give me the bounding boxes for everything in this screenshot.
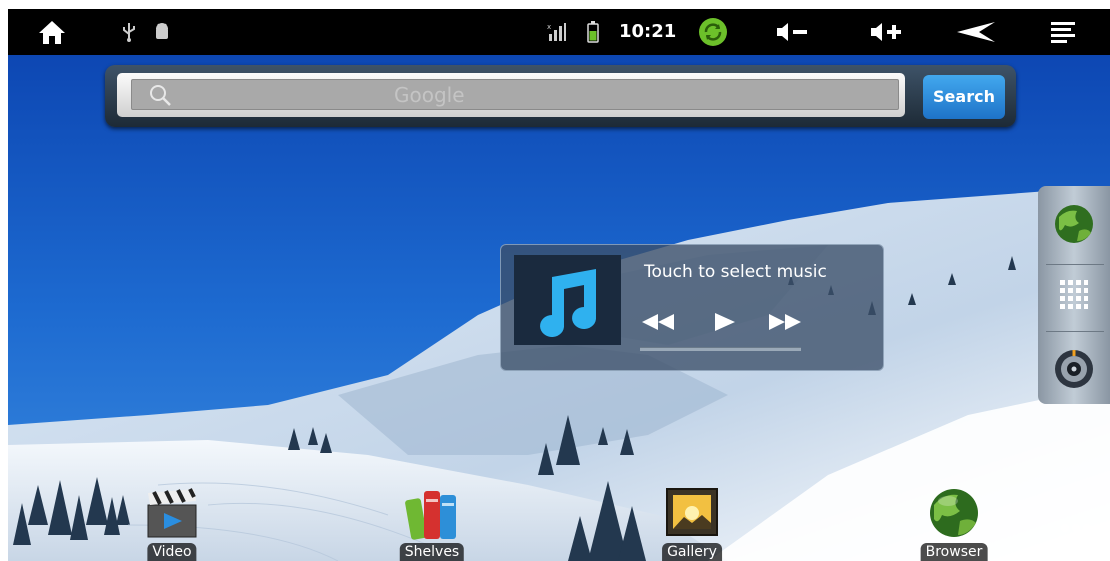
status-bar: x 10:21 (8, 9, 1110, 55)
clock: 10:21 (619, 21, 677, 42)
app-label: Video (147, 543, 197, 561)
music-note-icon (540, 269, 597, 337)
music-widget[interactable]: Touch to select music (500, 244, 884, 371)
search-button[interactable]: Search (923, 75, 1005, 119)
more-dots-icon[interactable] (1060, 522, 1092, 534)
home-icon[interactable] (32, 9, 72, 55)
signal-icon: x (546, 9, 568, 55)
app-label: Gallery (662, 543, 722, 561)
android-debug-icon (151, 9, 173, 55)
browser-globe-icon (930, 489, 978, 537)
app-gallery[interactable]: Gallery (642, 487, 742, 561)
home-screen: x 10:21 Google Search Touch to select mu… (8, 9, 1110, 561)
search-placeholder: Google (394, 83, 465, 107)
video-clapper-icon (147, 488, 197, 538)
app-video[interactable]: Video (122, 487, 222, 561)
app-browser[interactable]: Browser (904, 487, 1004, 561)
music-progress-bar[interactable] (640, 347, 801, 351)
search-icon (150, 85, 171, 106)
search-input[interactable]: Google (131, 79, 899, 110)
search-box[interactable]: Google (117, 73, 905, 117)
fast-forward-icon[interactable] (767, 311, 803, 333)
app-label: Shelves (399, 543, 465, 561)
browser-globe-icon[interactable] (1053, 203, 1095, 245)
app-shelves[interactable]: Shelves (382, 487, 482, 561)
volume-up-icon[interactable] (865, 9, 909, 55)
app-drawer-icon[interactable] (1060, 280, 1088, 310)
google-search-widget: Google Search (105, 65, 1016, 127)
side-dock (1038, 186, 1110, 404)
volume-down-icon[interactable] (771, 9, 815, 55)
music-player-icon[interactable] (1053, 348, 1095, 390)
rewind-icon[interactable] (640, 311, 676, 333)
play-icon[interactable] (713, 311, 737, 333)
music-prompt: Touch to select music (644, 262, 827, 282)
menu-icon[interactable] (1045, 9, 1081, 55)
album-art[interactable] (514, 255, 621, 345)
battery-icon (585, 9, 601, 55)
svg-text:x: x (547, 23, 551, 31)
gallery-picture-icon (666, 488, 718, 536)
shelves-books-icon (405, 491, 456, 540)
sync-icon[interactable] (693, 9, 733, 55)
usb-icon (118, 9, 140, 55)
app-label: Browser (920, 543, 988, 561)
back-icon[interactable] (952, 9, 1000, 55)
